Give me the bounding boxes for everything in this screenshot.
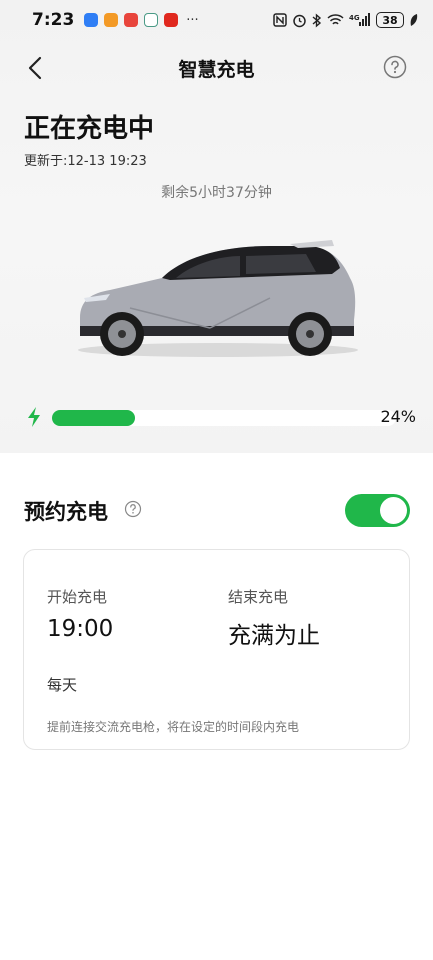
start-charge-label: 开始充电	[47, 588, 108, 606]
status-right-icons: 4G 38	[273, 12, 419, 28]
updated-value: 12-13 19:23	[67, 154, 147, 169]
schedule-card[interactable]: 开始充电 19:00 结束充电 充满为止 每天 提前连接交流充电枪，将在设定的时…	[23, 549, 410, 750]
leaf-icon	[410, 14, 418, 26]
progress-track	[52, 410, 396, 426]
charge-percent: 24%	[380, 407, 416, 426]
orange-app-icon	[104, 13, 119, 27]
red-app-icon	[124, 13, 139, 27]
repeat-schedule: 每天	[47, 676, 78, 694]
more-notifications: ···	[186, 12, 199, 28]
blue-app-icon	[84, 13, 99, 27]
wifi-icon	[327, 14, 344, 25]
end-charge-value[interactable]: 充满为止	[228, 616, 320, 650]
home-app-icon	[144, 13, 159, 27]
schedule-toggle[interactable]	[345, 494, 410, 527]
status-time: 7:23	[32, 10, 75, 30]
question-circle-icon[interactable]	[124, 500, 142, 518]
chevron-left-icon[interactable]	[22, 54, 50, 82]
bluetooth-icon	[312, 12, 322, 28]
page-title: 智慧充电	[178, 58, 255, 81]
schedule-hint: 提前连接交流充电枪，将在设定的时间段内充电	[47, 720, 300, 734]
status-bar: 7:23 ··· 4G 38	[0, 0, 433, 40]
car-image	[78, 240, 358, 357]
updated-label: 更新于:	[24, 154, 68, 169]
signal-icon: 4G	[349, 13, 370, 26]
schedule-title: 预约充电	[24, 500, 108, 524]
lightning-bolt-icon	[28, 407, 40, 427]
charging-status: 正在充电中	[24, 114, 155, 144]
question-circle-icon[interactable]	[383, 55, 407, 79]
nfc-icon	[273, 13, 287, 27]
red-chart-app-icon	[164, 13, 179, 27]
svg-text:4G: 4G	[349, 14, 360, 22]
progress-fill	[52, 410, 135, 426]
charge-progress: 24%	[26, 403, 416, 431]
battery-indicator: 38	[376, 12, 404, 28]
toggle-knob	[380, 497, 407, 524]
start-charge-time[interactable]: 19:00	[47, 616, 113, 642]
app-header: 智慧充电	[0, 44, 433, 92]
updated-time: 更新于:12-13 19:23	[24, 150, 147, 169]
end-charge-label: 结束充电	[228, 588, 289, 606]
status-app-icons: ···	[84, 12, 199, 28]
remaining-time: 剩余5小时37分钟	[161, 185, 272, 201]
alarm-icon	[293, 14, 306, 27]
